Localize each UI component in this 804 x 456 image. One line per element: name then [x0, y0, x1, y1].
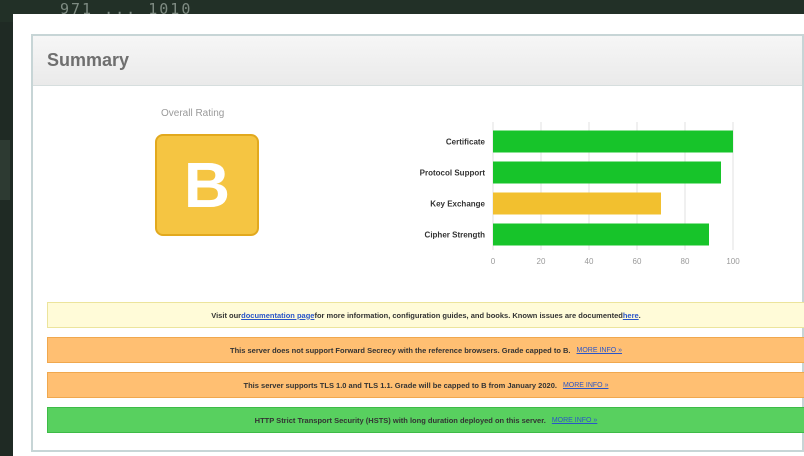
bar-cipher-strength — [493, 223, 709, 246]
documentation-link[interactable]: documentation page — [241, 311, 314, 320]
x-tick-label: 20 — [537, 257, 546, 266]
overall-rating-label: Overall Rating — [161, 108, 225, 119]
documentation-message: Visit our documentation page for more in… — [47, 302, 804, 328]
tls-version-warning: This server supports TLS 1.0 and TLS 1.1… — [47, 372, 804, 398]
grade-badge: B — [155, 134, 259, 236]
x-tick-label: 80 — [681, 257, 690, 266]
x-tick-label: 0 — [491, 257, 496, 266]
rating-chart: 0 20 40 60 80 100 Certificate Protocol Support K… — [333, 118, 753, 288]
category-label: Protocol Support — [420, 169, 486, 178]
tls-version-text: This server supports TLS 1.0 and TLS 1.1… — [243, 380, 557, 390]
documentation-suffix: . — [638, 310, 641, 320]
hsts-more-info-link[interactable]: MORE INFO » — [552, 417, 598, 424]
forward-secrecy-warning: This server does not support Forward Sec… — [47, 337, 804, 363]
summary-panel: Summary Overall Rating B 0 20 40 60 80 100 Cer… — [31, 34, 804, 452]
x-tick-label: 40 — [585, 257, 594, 266]
bar-certificate — [493, 130, 733, 153]
forward-secrecy-text: This server does not support Forward Sec… — [229, 345, 571, 355]
bar-key-exchange — [493, 192, 661, 215]
bar-protocol-support — [493, 161, 721, 184]
forward-secrecy-more-info-link[interactable]: MORE INFO » — [577, 347, 623, 354]
hsts-notice: HTTP Strict Transport Security (HSTS) wi… — [47, 407, 804, 433]
background-mark — [0, 140, 10, 200]
x-tick-label: 60 — [633, 257, 642, 266]
summary-header: Summary — [33, 36, 802, 86]
x-tick-label: 100 — [726, 257, 740, 266]
category-label: Cipher Strength — [425, 231, 486, 240]
documentation-middle: for more information, configuration guid… — [314, 310, 623, 320]
rating-chart-svg: 0 20 40 60 80 100 Certificate Protocol Support K… — [420, 122, 740, 266]
tls-version-more-info-link[interactable]: MORE INFO » — [563, 382, 609, 389]
category-label: Key Exchange — [430, 200, 485, 209]
category-label: Certificate — [446, 138, 486, 147]
documentation-prefix: Visit our — [211, 310, 242, 320]
report-page: Summary Overall Rating B 0 20 40 60 80 100 Cer… — [13, 14, 804, 456]
summary-title: Summary — [47, 50, 130, 70]
hsts-text: HTTP Strict Transport Security (HSTS) wi… — [254, 415, 546, 425]
known-issues-link[interactable]: here — [623, 311, 639, 320]
grade-letter: B — [183, 149, 231, 221]
